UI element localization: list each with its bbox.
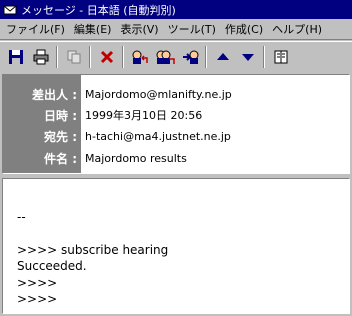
from-row: 差出人 : Majordomo@mlanifty.ne.jp [3, 84, 349, 104]
previous-button[interactable] [211, 46, 234, 68]
next-icon [241, 53, 254, 61]
reply-button[interactable] [128, 46, 151, 68]
window-title: メッセージ - 日本語 (自動判別) [21, 3, 176, 17]
message-header: 差出人 : Majordomo@mlanifty.ne.jp 日時 : 1999… [2, 74, 350, 174]
date-value: 1999年3月10日 20:56 [85, 109, 203, 122]
to-label: 宛先 : [44, 129, 77, 144]
menu-edit[interactable]: 編集(E) [71, 21, 115, 37]
body-line: >>>> subscribe hearing [17, 242, 169, 257]
subject-label: 件名 : [44, 151, 77, 166]
message-body[interactable]: -- >>>> subscribe hearing Succeeded. >>>… [2, 178, 350, 314]
to-value[interactable]: h-tachi@ma4.justnet.ne.jp [81, 130, 231, 143]
toolbar-separator [89, 45, 91, 68]
copy-icon [67, 50, 80, 63]
envelope-icon [3, 5, 17, 15]
next-button[interactable] [236, 46, 259, 68]
reply-icon [132, 50, 148, 64]
message-window: メッセージ - 日本語 (自動判別) ファイル(F) 編集(E) 表示(V) ツ… [0, 0, 352, 316]
reply-all-button[interactable] [153, 46, 176, 68]
date-row: 日時 : 1999年3月10日 20:56 [3, 105, 349, 125]
subject-value: Majordomo results [85, 151, 187, 165]
delete-icon [100, 50, 113, 63]
toolbar-separator [205, 45, 207, 68]
address-book-button[interactable] [269, 46, 292, 68]
menu-compose[interactable]: 作成(C) [222, 21, 266, 37]
body-line: >>>> [17, 292, 58, 306]
body-line [17, 192, 349, 209]
body-line [17, 225, 349, 242]
print-icon [33, 49, 48, 64]
toolbar-separator [263, 45, 265, 68]
menu-help[interactable]: ヘルプ(H) [269, 21, 325, 37]
menu-view[interactable]: 表示(V) [117, 21, 161, 37]
body-line: -- [17, 209, 26, 224]
menu-bar: ファイル(F) 編集(E) 表示(V) ツール(T) 作成(C) ヘルプ(H) [0, 19, 352, 40]
previous-icon [216, 52, 229, 60]
address-book-icon [274, 50, 287, 63]
forward-icon [182, 50, 198, 64]
from-value[interactable]: Majordomo@mlanifty.ne.jp [81, 88, 232, 101]
toolbar [0, 41, 352, 71]
title-bar[interactable]: メッセージ - 日本語 (自動判別) [0, 0, 352, 19]
save-icon [8, 49, 23, 64]
save-button[interactable] [4, 46, 27, 68]
toolbar-separator [56, 45, 58, 68]
menu-tools[interactable]: ツール(T) [165, 21, 219, 37]
body-line: Succeeded. [17, 259, 87, 273]
date-label: 日時 : [44, 108, 77, 123]
delete-button[interactable] [95, 46, 118, 68]
menu-file[interactable]: ファイル(F) [3, 21, 68, 37]
toolbar-separator [122, 45, 124, 68]
body-line: >>>> [17, 275, 58, 290]
forward-button[interactable] [178, 46, 201, 68]
subject-row: 件名 : Majordomo results [3, 148, 349, 168]
reply-all-icon [156, 50, 175, 64]
print-button[interactable] [29, 46, 52, 68]
from-label: 差出人 : [32, 87, 77, 102]
to-row: 宛先 : h-tachi@ma4.justnet.ne.jp [3, 126, 349, 146]
copy-button[interactable] [62, 46, 85, 68]
